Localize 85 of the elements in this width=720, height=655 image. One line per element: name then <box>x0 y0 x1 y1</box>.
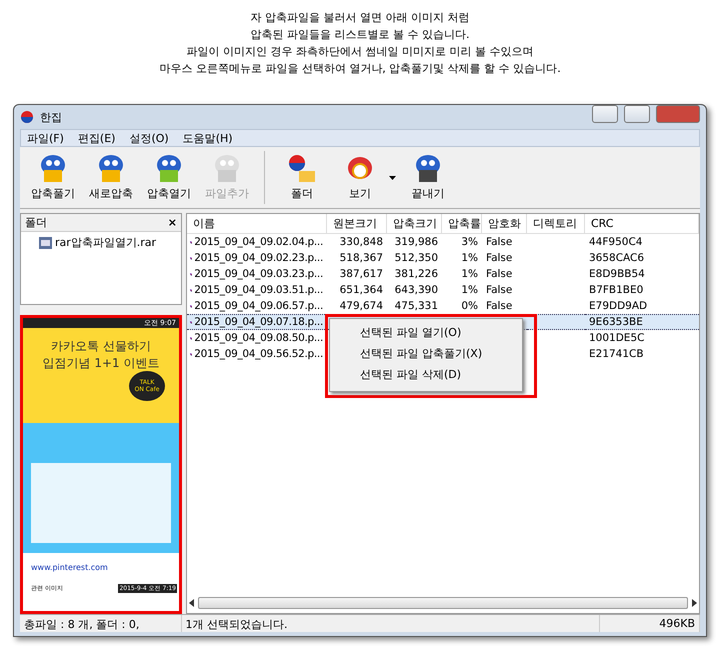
table-cell-text: 381,226 <box>394 267 439 282</box>
mascot-box-icon <box>154 154 184 184</box>
column-header[interactable]: 원본크기 <box>327 214 387 234</box>
table-cell: 9E6353BE <box>585 314 699 330</box>
table-cell-text: 1% <box>460 251 479 266</box>
file-name-cell[interactable]: 2015_09_04_09.07.18.p... <box>187 314 327 330</box>
table-cell-text: 1% <box>460 283 479 298</box>
menu-item[interactable]: 편집(E) <box>78 130 116 146</box>
caption-text: 압축된 파일들을 리스트별로 볼 수 있습니다. <box>250 27 470 42</box>
menu-item[interactable]: 도움말(H) <box>182 130 233 146</box>
table-cell-text: 479,674 <box>338 299 384 314</box>
table-cell-text: 651,364 <box>338 283 384 298</box>
banner-headline: 카카오톡 선물하기 <box>51 338 151 355</box>
folder-icon <box>287 154 317 184</box>
banner-subhead: 입점기념 1+1 이벤트 <box>42 355 160 372</box>
file-name-cell[interactable]: 2015_09_04_09.03.51.p... <box>187 282 327 298</box>
table-cell-text: 475,331 <box>394 299 439 314</box>
context-menu-item[interactable]: 선택된 파일 삭제(D) <box>330 364 522 385</box>
caption-text: 자 압축파일을 불러서 열면 아래 이미지 처럼 <box>250 10 470 25</box>
table-cell-text: False <box>485 267 514 282</box>
column-header[interactable]: 이름 <box>187 214 327 234</box>
toolbar-button[interactable]: 끝내기 <box>399 147 457 208</box>
table-cell-text: 387,617 <box>338 267 384 282</box>
panel-title: 폴더 <box>25 215 47 230</box>
table-cell-text: False <box>485 235 514 250</box>
close-button[interactable]: × <box>168 216 177 229</box>
minimize-button[interactable] <box>592 105 618 123</box>
table-cell-text: 3% <box>460 235 479 250</box>
link[interactable]: www.pinterest.com <box>23 553 179 572</box>
table-cell-text: 1% <box>460 267 479 282</box>
caption-text: 마우스 오른쪽메뉴로 파일을 선택하여 열거나, 압축풀기및 삭제를 할 수 있습니다. <box>159 61 561 76</box>
toolbar-button[interactable]: 보기 <box>331 147 389 208</box>
toolbar-button[interactable]: 새로압축 <box>82 147 140 208</box>
mascot-box-icon <box>38 154 68 184</box>
context-menu-item[interactable]: 선택된 파일 열기(O) <box>330 322 522 343</box>
table-cell-text: 3658CAC6 <box>588 251 646 266</box>
column-header[interactable]: CRC <box>585 214 699 234</box>
table-cell-text: B7FB1BE0 <box>588 283 644 298</box>
file-name-cell[interactable]: 2015_09_04_09.02.04.p... <box>187 234 327 250</box>
scroll-left-icon[interactable] <box>189 599 194 607</box>
table-cell-text: 518,367 <box>338 251 384 266</box>
table-cell-text: 512,350 <box>394 251 439 266</box>
toolbar-button[interactable]: 폴더 <box>273 147 331 208</box>
file-name-cell[interactable]: 2015_09_04_09.06.57.p... <box>187 298 327 314</box>
table-cell-text: E8D9BB54 <box>588 267 646 282</box>
table-cell-text: 319,986 <box>394 235 439 250</box>
menu-item[interactable]: 파일(F) <box>27 130 64 146</box>
toolbar-button[interactable]: 압축열기 <box>140 147 198 208</box>
window-title: 한집 <box>40 110 63 124</box>
table-cell-text: E21741CB <box>588 347 645 362</box>
scroll-right-icon[interactable] <box>692 599 697 607</box>
table-cell-text: 1001DE5C <box>588 331 646 346</box>
file-name-cell[interactable]: 2015_09_04_09.02.23.p... <box>187 250 327 266</box>
table-cell-text: 330,848 <box>338 235 384 250</box>
caret-icon[interactable] <box>389 176 396 180</box>
caption-text: 파일이 이미지인 경우 좌측하단에서 썸네일 미미지로 미리 볼 수있으며 <box>186 44 534 59</box>
file-name-cell[interactable]: 2015_09_04_09.08.50.p... <box>187 330 327 346</box>
status-text: 1개 선택되었습니다. <box>182 615 600 632</box>
mascot-box-icon <box>212 154 242 184</box>
mascot-box-icon <box>96 154 126 184</box>
column-header[interactable]: 압축크기 <box>387 214 442 234</box>
table-cell-text: 643,390 <box>394 283 439 298</box>
table-cell-text: 44F950C4 <box>588 235 644 250</box>
column-header[interactable]: 암호화 <box>482 214 527 234</box>
column-header[interactable]: 디렉토리 <box>527 214 585 234</box>
status-text: 496KB <box>600 615 700 632</box>
status-text: 총파일 : 8 개, 폴더 : 0, <box>20 615 182 632</box>
archive-file-icon <box>39 236 52 248</box>
toolbar-button[interactable]: 압축풀기 <box>24 147 82 208</box>
table-cell-text: E79DD9AD <box>588 299 648 314</box>
tree-item[interactable]: rar압축파일열기.rar <box>21 232 181 250</box>
horizontal-scrollbar[interactable] <box>189 595 697 611</box>
maximize-button[interactable] <box>624 105 650 123</box>
context-menu-item[interactable]: 선택된 파일 압축풀기(X) <box>330 343 522 364</box>
exit-sign-icon <box>413 154 443 184</box>
row-highlight <box>527 314 585 330</box>
app-logo-icon <box>20 110 34 124</box>
file-name-cell[interactable]: 2015_09_04_09.03.23.p... <box>187 266 327 282</box>
table-cell-text: False <box>485 299 514 314</box>
file-name-cell[interactable]: 2015_09_04_09.56.52.p... <box>187 346 327 362</box>
menu-item[interactable]: 설정(O) <box>129 130 169 146</box>
column-header[interactable]: 압축률 <box>442 214 482 234</box>
table-cell-text: False <box>485 251 514 266</box>
table-cell-text: 0% <box>460 299 479 314</box>
table-cell-text: False <box>485 283 514 298</box>
